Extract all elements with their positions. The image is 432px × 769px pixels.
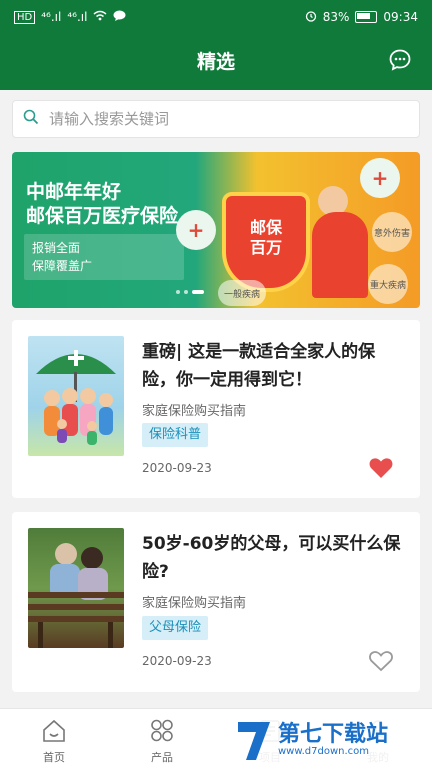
plus-bubble-icon: + — [176, 210, 216, 250]
banner-title-line2: 邮保百万医疗保险 — [26, 205, 179, 227]
promo-banner[interactable]: 中邮年年好 邮保百万医疗保险 报销全面 保障覆盖广 + + 邮保 百万 意外伤害… — [12, 152, 420, 308]
battery-icon — [355, 11, 378, 23]
bubble-general-disease-label: 一般疾病 — [223, 289, 260, 300]
article-tag[interactable]: 保险科普 — [142, 423, 209, 447]
battery-percent: 83% — [322, 10, 350, 24]
article-date: 2020-09-23 — [142, 461, 212, 475]
products-icon — [151, 719, 173, 742]
banner-sub-line1: 报销全面 — [32, 241, 81, 255]
article-card[interactable]: 50岁-60岁的父母，可以买什么保险? 家庭保险购买指南 父母保险 2020-0… — [12, 512, 420, 692]
banner-subtitle: 报销全面 保障覆盖广 — [24, 234, 184, 280]
tab-products-label: 产品 — [151, 751, 173, 764]
heart-outline-icon[interactable] — [368, 649, 394, 673]
home-icon — [43, 719, 65, 742]
article-date: 2020-09-23 — [142, 654, 212, 668]
carousel-dot-active[interactable] — [192, 290, 204, 294]
status-bar: HD ⁴⁶.ıl ⁴⁶.ıl 83% 09:34 — [0, 0, 432, 34]
shield-line2: 百万 — [249, 238, 282, 257]
article-thumbnail — [28, 336, 124, 456]
signal-indicator-2: ⁴⁶.ıl — [67, 10, 88, 24]
search-bar[interactable] — [12, 100, 420, 138]
carousel-dots — [176, 290, 204, 294]
article-title[interactable]: 重磅| 这是一款适合全家人的保险，你一定用得到它！ — [142, 338, 404, 394]
carousel-dot[interactable] — [176, 290, 180, 294]
bubble-accident-label: 意外伤害 — [373, 228, 410, 239]
tab-products[interactable]: 产品 — [108, 709, 216, 769]
carrier-label: HD — [14, 10, 36, 24]
wifi-icon — [93, 10, 107, 24]
banner-title: 中邮年年好 邮保百万医疗保险 — [26, 180, 178, 228]
heart-filled-icon[interactable] — [368, 456, 394, 480]
bubble-general-disease: 一般疾病 — [218, 280, 266, 306]
search-input[interactable] — [47, 109, 391, 129]
bubble-accident: 意外伤害 — [372, 212, 412, 252]
watermark-url: www.d7down.com — [278, 746, 370, 757]
chat-icon[interactable] — [388, 48, 412, 72]
article-source: 家庭保险购买指南 — [142, 596, 247, 611]
clock: 09:34 — [383, 10, 418, 24]
tab-home-label: 首页 — [43, 751, 65, 764]
bubble-major-disease: 重大疾病 — [368, 264, 408, 304]
signal-indicator-1: ⁴⁶.ıl — [41, 10, 62, 24]
bubble-major-disease-label: 重大疾病 — [369, 280, 406, 291]
search-icon — [23, 109, 39, 129]
nav-bar: 精选 — [0, 34, 432, 90]
carousel-dot[interactable] — [184, 290, 188, 294]
watermark-logo: 第七下载站 www.d7down.com — [232, 712, 428, 766]
banner-sub-line2: 保障覆盖广 — [32, 259, 93, 273]
article-tag[interactable]: 父母保险 — [142, 616, 209, 640]
message-icon — [113, 10, 126, 25]
banner-title-line1: 中邮年年好 — [26, 181, 122, 203]
article-title[interactable]: 50岁-60岁的父母，可以买什么保险? — [142, 530, 404, 586]
tab-home[interactable]: 首页 — [0, 709, 108, 769]
page-title: 精选 — [196, 51, 235, 73]
article-thumbnail — [28, 528, 124, 648]
watermark-icon — [238, 722, 270, 760]
article-source: 家庭保险购买指南 — [142, 404, 247, 419]
shield-icon: 邮保 百万 — [222, 192, 310, 292]
plus-bubble-icon: + — [360, 158, 400, 198]
person-illustration-body — [312, 212, 368, 298]
shield-line1: 邮保 — [249, 218, 282, 237]
alarm-icon — [305, 10, 317, 25]
watermark-text: 第七下载站 — [278, 722, 389, 747]
article-card[interactable]: 重磅| 这是一款适合全家人的保险，你一定用得到它！ 家庭保险购买指南 保险科普 … — [12, 320, 420, 498]
